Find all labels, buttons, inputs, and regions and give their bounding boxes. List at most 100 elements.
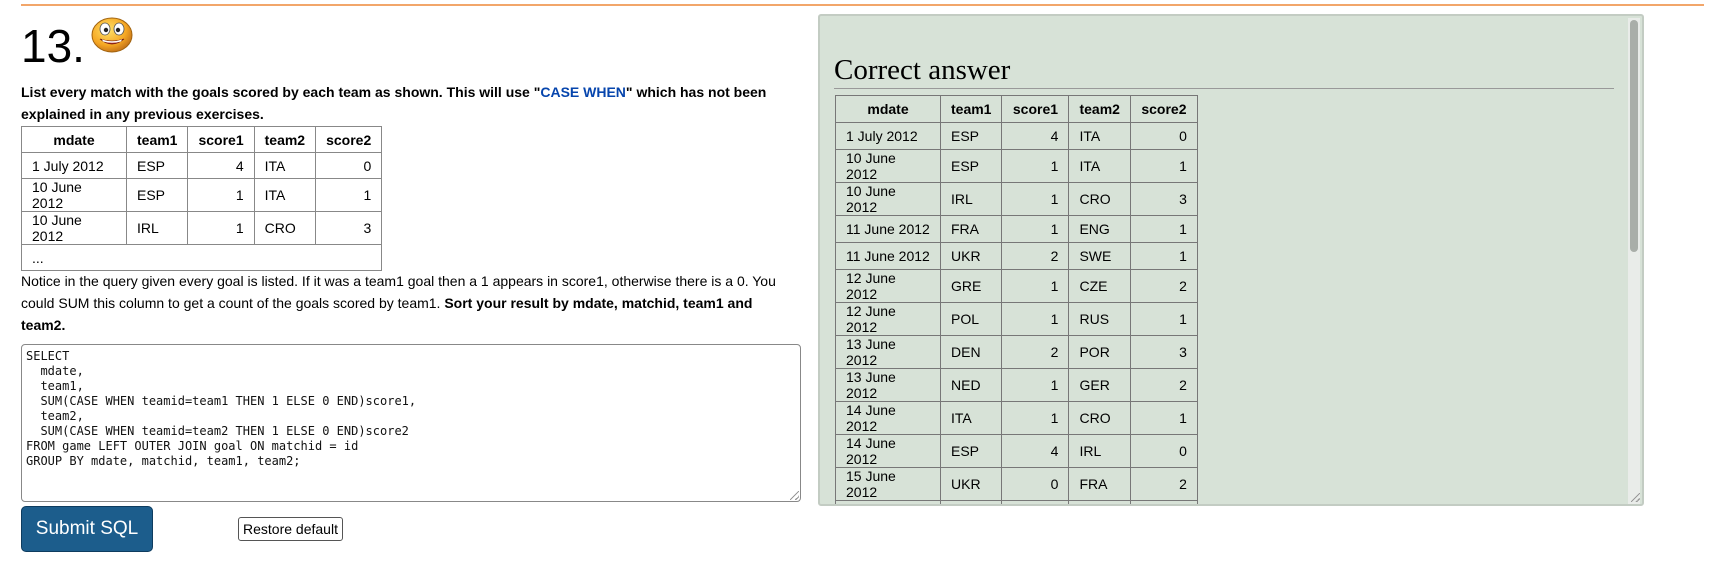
sql-editor[interactable] xyxy=(21,344,801,502)
table-cell: 3 xyxy=(1129,182,1198,216)
table-cell: 0 xyxy=(315,152,383,179)
sample-ellipsis-row: ... xyxy=(20,244,383,271)
table-cell: 1 xyxy=(1001,269,1070,303)
table-cell: 2 xyxy=(1129,269,1198,303)
table-cell: 13 June 2012 xyxy=(835,335,941,369)
table-cell: 11 June 2012 xyxy=(835,215,941,243)
answer-title: Correct answer xyxy=(834,54,1011,86)
table-cell: ESP xyxy=(939,149,1003,183)
table-cell: 1 xyxy=(1001,302,1070,336)
table-cell: NED xyxy=(939,368,1003,402)
table-cell: 10 June 2012 xyxy=(835,182,941,216)
answer-col-header: team1 xyxy=(939,95,1003,123)
table-cell: GER xyxy=(1068,368,1131,402)
table-cell: 3 xyxy=(1129,500,1198,504)
table-cell: CRO xyxy=(253,211,317,245)
table-cell: 14 June 2012 xyxy=(835,434,941,468)
table-cell: FRA xyxy=(1068,467,1131,501)
answer-row: 12 June 2012 POL 1 RUS 1 xyxy=(835,302,1198,336)
question-intro: List every match with the goals scored b… xyxy=(21,81,796,125)
answer-row: 14 June 2012 ITA 1 CRO 1 xyxy=(835,401,1198,435)
answer-row: 14 June 2012 ESP 4 IRL 0 xyxy=(835,434,1198,468)
table-cell: ITA xyxy=(1068,122,1131,150)
table-cell: IRL xyxy=(939,182,1003,216)
table-cell: 15 June 2012 xyxy=(835,467,941,501)
table-cell: 4 xyxy=(1001,122,1070,150)
table-cell: ITA xyxy=(253,152,317,179)
table-cell: 1 July 2012 xyxy=(835,122,941,150)
table-cell: ITA xyxy=(253,178,317,212)
answer-col-header: score1 xyxy=(1001,95,1070,123)
sample-header-row: mdate team1 score1 team2 score2 xyxy=(21,126,383,153)
table-cell: ESP xyxy=(125,178,189,212)
ellipsis-cell: ... xyxy=(20,244,383,271)
intro-text-before: List every match with the goals scored b… xyxy=(21,84,541,100)
table-cell: CZE xyxy=(1068,269,1131,303)
restore-default-button[interactable]: Restore default xyxy=(238,517,343,541)
smiley-face-icon xyxy=(91,17,133,53)
table-cell: 1 xyxy=(1001,182,1070,216)
panel-resize-handle[interactable] xyxy=(1631,493,1640,502)
table-cell: 4 xyxy=(1001,434,1070,468)
sample-col-header: score2 xyxy=(315,126,383,153)
table-cell: ENG xyxy=(1068,215,1131,243)
table-cell: POR xyxy=(1068,335,1131,369)
table-cell: 14 June 2012 xyxy=(835,401,941,435)
answer-col-header: score2 xyxy=(1129,95,1198,123)
table-cell: ENG xyxy=(1068,500,1131,504)
table-cell: 1 xyxy=(187,178,255,212)
table-cell: GRE xyxy=(939,269,1003,303)
table-cell: 10 June 2012 xyxy=(21,178,127,212)
table-cell: 1 xyxy=(1001,401,1070,435)
table-cell: 1 xyxy=(1001,149,1070,183)
table-cell: IRL xyxy=(125,211,189,245)
answer-title-divider xyxy=(834,88,1614,89)
answer-row: 13 June 2012 DEN 2 POR 3 xyxy=(835,335,1198,369)
table-cell: SWE xyxy=(1068,242,1131,270)
sample-col-header: team1 xyxy=(125,126,189,153)
answer-row: 12 June 2012 GRE 1 CZE 2 xyxy=(835,269,1198,303)
table-cell: 1 xyxy=(187,211,255,245)
table-cell: UKR xyxy=(939,467,1003,501)
table-cell: ITA xyxy=(1068,149,1131,183)
table-cell: 3 xyxy=(1129,335,1198,369)
table-cell: 0 xyxy=(1129,434,1198,468)
sample-output-table: mdate team1 score1 team2 score2 1 July 2… xyxy=(20,126,383,271)
table-cell: 13 June 2012 xyxy=(835,368,941,402)
question-number: 13. xyxy=(21,20,85,72)
table-cell: ITA xyxy=(939,401,1003,435)
table-cell: 0 xyxy=(1129,122,1198,150)
sample-col-header: mdate xyxy=(21,126,127,153)
table-cell: 12 June 2012 xyxy=(835,302,941,336)
sample-row: 10 June 2012 IRL 1 CRO 3 xyxy=(21,211,383,245)
sample-row: 1 July 2012 ESP 4 ITA 0 xyxy=(21,152,383,179)
answer-col-header: mdate xyxy=(835,95,941,123)
sample-row: 10 June 2012 ESP 1 ITA 1 xyxy=(21,178,383,212)
table-cell: IRL xyxy=(1068,434,1131,468)
table-cell: 1 xyxy=(1001,215,1070,243)
table-cell: 1 July 2012 xyxy=(21,152,127,179)
answer-row: 11 June 2012 FRA 1 ENG 1 xyxy=(835,215,1198,243)
answer-col-header: team2 xyxy=(1068,95,1131,123)
answer-results-table: mdate team1 score1 team2 score2 1 July 2… xyxy=(835,95,1198,504)
table-cell: ESP xyxy=(939,122,1003,150)
table-cell: POL xyxy=(939,302,1003,336)
case-when-link[interactable]: CASE WHEN xyxy=(540,84,626,100)
answer-row: 11 June 2012 UKR 2 SWE 1 xyxy=(835,242,1198,270)
sample-col-header: score1 xyxy=(187,126,255,153)
answer-row: 1 July 2012 ESP 4 ITA 0 xyxy=(835,122,1198,150)
answer-row: 15 June 2012SWE2ENG3 xyxy=(835,500,1198,504)
answer-row: 10 June 2012 IRL 1 CRO 3 xyxy=(835,182,1198,216)
table-cell: CRO xyxy=(1068,182,1131,216)
answer-scrollbar[interactable] xyxy=(1628,18,1640,504)
editor-resize-handle[interactable] xyxy=(790,491,799,500)
table-cell: 1 xyxy=(1129,302,1198,336)
scrollbar-thumb[interactable] xyxy=(1630,20,1638,252)
top-divider xyxy=(21,4,1704,6)
table-cell: 0 xyxy=(1001,467,1070,501)
notice-paragraph: Notice in the query given every goal is … xyxy=(21,270,796,336)
submit-sql-button[interactable]: Submit SQL xyxy=(21,506,153,552)
table-cell: SWE xyxy=(939,500,1003,504)
answer-header-row: mdate team1 score1 team2 score2 xyxy=(835,95,1198,123)
table-cell: 1 xyxy=(1001,368,1070,402)
